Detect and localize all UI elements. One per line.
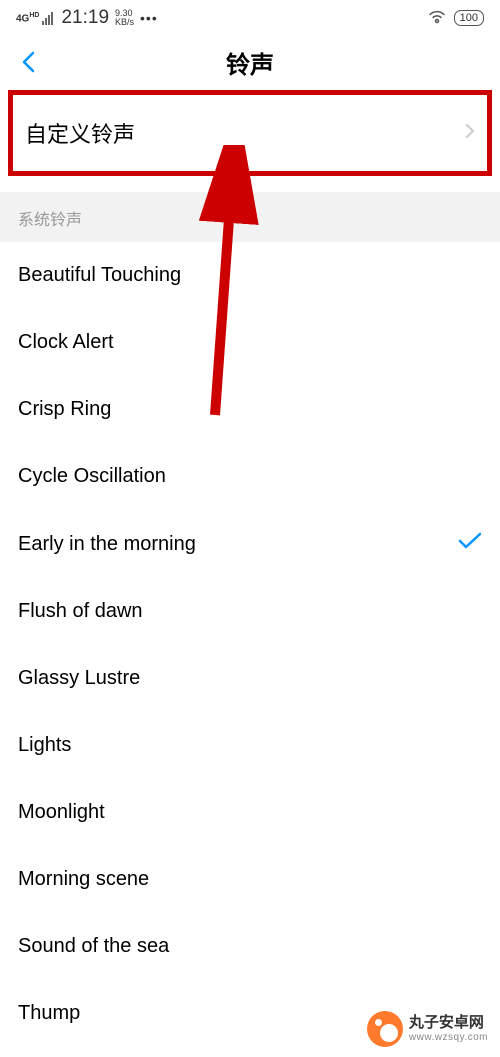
ringtone-label: Sound of the sea bbox=[18, 935, 169, 958]
checkmark-icon bbox=[458, 532, 482, 556]
ringtone-item[interactable]: Early in the morning bbox=[0, 510, 500, 578]
ringtone-item[interactable]: Crisp Ring bbox=[0, 376, 500, 443]
back-button[interactable] bbox=[16, 50, 40, 74]
ringtone-label: Moonlight bbox=[18, 801, 105, 824]
watermark-url: www.wzsqy.com bbox=[409, 1032, 488, 1044]
ringtone-item[interactable]: Beautiful Touching bbox=[0, 242, 500, 309]
battery-indicator: 100 bbox=[454, 10, 484, 26]
status-bar: 4GHD 21:19 9.30 KB/s ••• 100 bbox=[0, 0, 500, 34]
ringtone-item[interactable]: Clock Alert bbox=[0, 309, 500, 376]
ringtone-item[interactable]: Sound of the sea bbox=[0, 913, 500, 980]
ringtone-item[interactable]: Flush of dawn bbox=[0, 578, 500, 645]
custom-ringtone-label: 自定义铃声 bbox=[25, 117, 135, 149]
ringtone-label: Morning scene bbox=[18, 868, 149, 891]
clock: 21:19 bbox=[61, 7, 109, 29]
ringtone-label: Glassy Lustre bbox=[18, 667, 140, 690]
section-header-system: 系统铃声 bbox=[0, 192, 500, 242]
ringtone-label: Clock Alert bbox=[18, 331, 114, 354]
ringtone-label: Early in the morning bbox=[18, 533, 196, 556]
ringtone-item[interactable]: Moonlight bbox=[0, 779, 500, 846]
more-icon: ••• bbox=[140, 10, 158, 26]
chevron-right-icon bbox=[465, 123, 475, 144]
network-indicator: 4GHD bbox=[16, 12, 53, 25]
ringtone-item[interactable]: Morning scene bbox=[0, 846, 500, 913]
ringtone-label: Crisp Ring bbox=[18, 398, 111, 421]
ringtone-item[interactable]: Cycle Oscillation bbox=[0, 443, 500, 510]
ringtone-item[interactable]: Lights bbox=[0, 712, 500, 779]
ringtone-label: Lights bbox=[18, 734, 71, 757]
ringtone-list: Beautiful Touching Clock Alert Crisp Ring C… bbox=[0, 242, 500, 1047]
ringtone-label: Cycle Oscillation bbox=[18, 465, 166, 488]
network-speed: 9.30 KB/s bbox=[115, 9, 134, 27]
ringtone-item[interactable]: Glassy Lustre bbox=[0, 645, 500, 712]
watermark-logo-icon bbox=[367, 1011, 403, 1047]
page-header: 铃声 bbox=[0, 34, 500, 90]
watermark: 丸子安卓网 www.wzsqy.com bbox=[367, 1011, 488, 1047]
ringtone-label: Thump bbox=[18, 1002, 80, 1025]
watermark-title: 丸子安卓网 bbox=[409, 1014, 488, 1032]
status-left: 4GHD 21:19 9.30 KB/s ••• bbox=[16, 7, 158, 29]
custom-ringtone-row[interactable]: 自定义铃声 bbox=[8, 90, 492, 176]
chevron-left-icon bbox=[21, 51, 35, 73]
ringtone-label: Beautiful Touching bbox=[18, 264, 181, 287]
page-title: 铃声 bbox=[226, 45, 274, 80]
wifi-icon bbox=[428, 10, 446, 27]
ringtone-label: Flush of dawn bbox=[18, 600, 143, 623]
status-right: 100 bbox=[428, 10, 484, 27]
